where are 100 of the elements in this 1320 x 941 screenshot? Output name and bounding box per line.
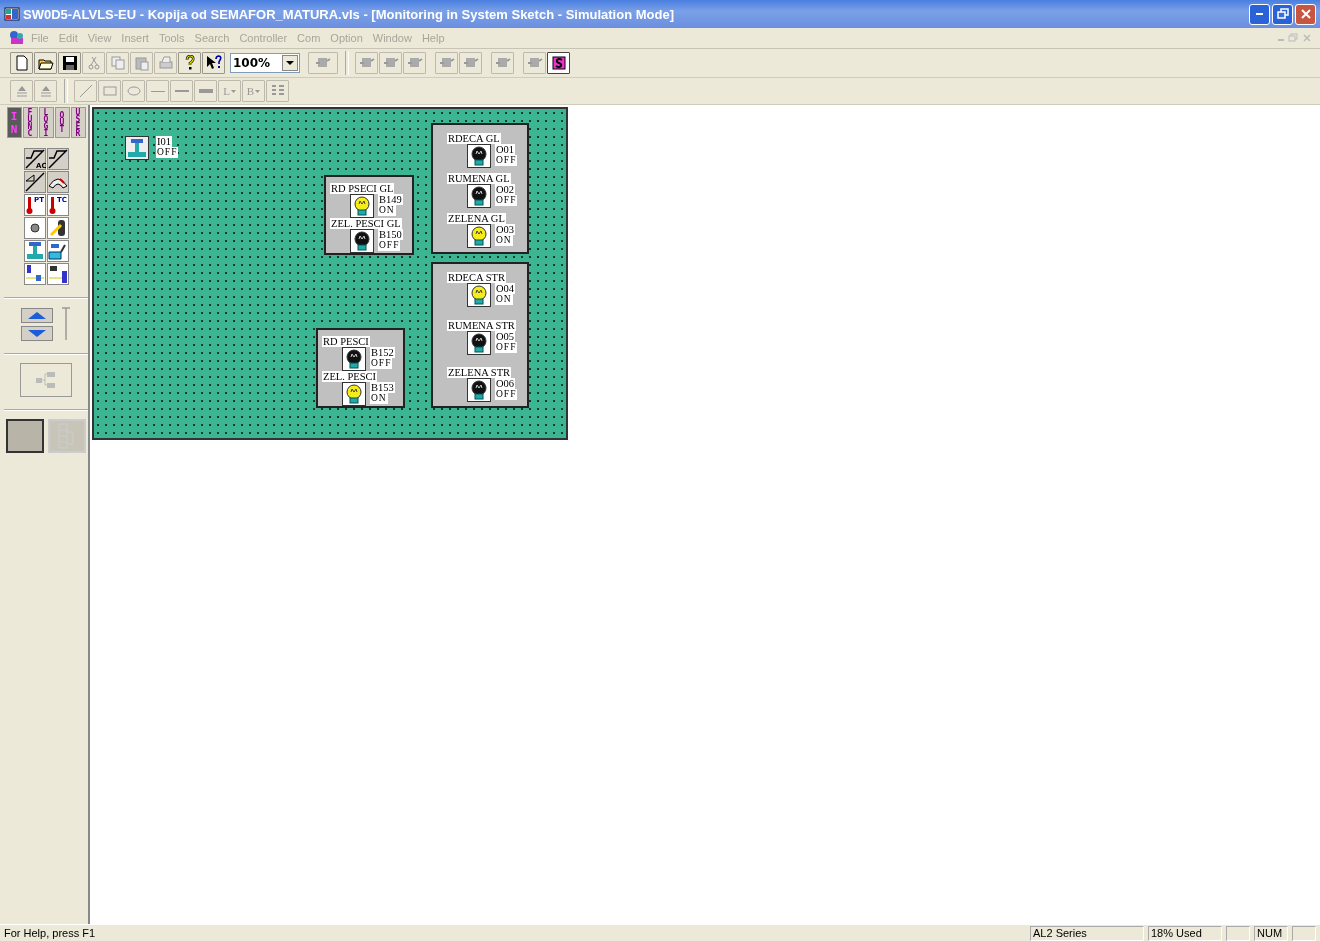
status-text: For Help, press F1	[4, 927, 97, 939]
lamp-label: RD PSECI GL	[330, 183, 395, 194]
close-icon	[1299, 8, 1312, 20]
palette-tab[interactable]: FUNC	[22, 107, 38, 138]
push-button-icon[interactable]	[125, 136, 149, 160]
lamp-state: ON	[495, 294, 513, 305]
lamp-state: ON	[378, 205, 396, 216]
lamp-state: OFF	[495, 155, 518, 166]
lamp-label: RUMENA GL	[447, 173, 511, 184]
status-pane	[1226, 925, 1250, 941]
lamp-state: OFF	[370, 358, 393, 369]
lamp-address: O06	[495, 378, 516, 389]
scroll-down-button[interactable]	[21, 325, 53, 341]
print-icon	[157, 55, 174, 71]
palette-tab[interactable]: USER	[70, 107, 86, 138]
restore-button[interactable]	[1272, 3, 1293, 25]
lamp-state: OFF	[495, 341, 518, 353]
caret-icon	[230, 89, 236, 93]
lamp-icon[interactable]	[467, 184, 491, 208]
lamp-address: O04	[495, 283, 516, 294]
paste-icon	[133, 55, 150, 71]
context-help-icon	[205, 55, 222, 71]
palette-tab[interactable]: OUT	[54, 107, 70, 138]
medium-line-icon	[174, 90, 189, 92]
sensor-icon[interactable]	[46, 263, 69, 285]
document-icon	[8, 30, 26, 46]
lamp-address: B150	[378, 229, 403, 240]
line-tool-icon	[77, 83, 94, 99]
push-button-icon[interactable]	[23, 240, 46, 262]
minimize-button[interactable]	[1249, 3, 1270, 25]
step-signal-icon[interactable]	[46, 148, 69, 170]
slider-icon[interactable]	[61, 307, 71, 341]
app-icon	[4, 6, 20, 22]
context-help-button[interactable]	[202, 52, 225, 74]
new-file-icon	[13, 55, 30, 71]
lamp-address: B152	[370, 347, 395, 358]
lamp-address: O03	[495, 224, 516, 235]
simulate-icon	[550, 55, 567, 71]
lamp-address: B153	[370, 382, 395, 393]
close-button[interactable]	[1295, 3, 1316, 25]
down-arrow-icon	[26, 328, 48, 338]
lamp-icon[interactable]	[467, 330, 491, 355]
help-button[interactable]	[178, 52, 201, 74]
status-pane	[1292, 925, 1316, 941]
input-state: OFF	[156, 147, 179, 158]
lamp-label: ZEL. PESCI	[322, 371, 378, 382]
ramp-signal-icon[interactable]	[23, 171, 46, 193]
lamp-icon[interactable]	[342, 382, 366, 406]
lamp-state: ON	[370, 393, 388, 404]
lamp-state: OFF	[378, 240, 401, 251]
lamp-state: ON	[495, 235, 513, 246]
new-file-button[interactable]	[10, 52, 33, 74]
lamp-label: RDECA STR	[447, 272, 506, 283]
lamp-address: O02	[495, 184, 516, 195]
caret-icon	[286, 60, 294, 66]
lever-switch-icon[interactable]	[46, 217, 69, 239]
ellipse-tool-icon	[125, 83, 142, 99]
lamp-address: B149	[378, 194, 403, 205]
lamp-label: ZELENA STR	[447, 367, 512, 378]
lamp-icon[interactable]	[467, 144, 491, 168]
panel-icon[interactable]	[46, 240, 69, 262]
palette-tab[interactable]: IN	[6, 107, 22, 138]
tree-icon	[35, 371, 57, 389]
lamp-label: RDECA GL	[447, 133, 501, 144]
lamp-icon[interactable]	[342, 347, 366, 371]
save-icon	[61, 55, 78, 71]
zoom-dropdown[interactable]: 100%	[230, 53, 300, 73]
caret-icon	[255, 89, 261, 93]
plug-icon[interactable]	[23, 263, 46, 285]
lamp-label: RD PESCI	[322, 336, 370, 347]
lamp-icon[interactable]	[350, 194, 374, 218]
window-title: SW0D5-ALVLS-EU - Kopija od SEMAFOR_MATURA.vls - [Monitoring in System Sketch - Simulation Mode]	[23, 6, 674, 22]
rectangle-tool-icon	[101, 83, 118, 99]
up-arrow-icon	[26, 310, 48, 320]
palette-tab[interactable]: LOGI	[38, 107, 54, 138]
lamp-icon[interactable]	[467, 224, 491, 248]
save-button[interactable]	[58, 52, 81, 74]
num-lock-indicator: NUM	[1254, 925, 1288, 941]
lamp-icon[interactable]	[467, 378, 491, 402]
series-indicator: AL2 Series	[1030, 925, 1144, 941]
gauge-icon[interactable]	[46, 171, 69, 193]
simulate-button[interactable]	[547, 52, 570, 74]
sketch-view-button[interactable]	[6, 419, 44, 453]
scroll-up-button[interactable]	[21, 307, 53, 323]
lamp-label: ZEL. PESCI GL	[330, 218, 402, 229]
input-address: I01	[156, 136, 172, 147]
restore-icon	[1276, 8, 1289, 20]
lamp-icon[interactable]	[350, 229, 374, 253]
copy-icon	[109, 55, 126, 71]
lamp-label: RUMENA STR	[447, 319, 516, 331]
lamp-address: O05	[495, 330, 516, 342]
lamp-state: OFF	[495, 389, 518, 400]
lamp-icon[interactable]	[467, 283, 491, 307]
memory-indicator: 18% Used	[1148, 925, 1222, 941]
lamp-label: ZELENA GL	[447, 213, 506, 224]
lamp-state: OFF	[495, 195, 518, 206]
minimize-icon	[1256, 13, 1263, 15]
lamp-address: O01	[495, 144, 516, 155]
cut-icon	[85, 55, 102, 71]
open-folder-button[interactable]	[34, 52, 57, 74]
